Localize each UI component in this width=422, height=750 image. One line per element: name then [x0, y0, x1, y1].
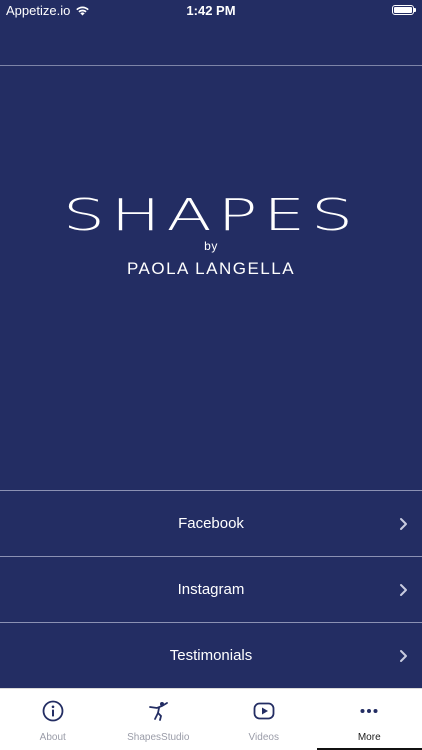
play-icon [253, 702, 275, 720]
tab-label: ShapesStudio [127, 732, 190, 743]
tab-videos[interactable]: Videos [211, 689, 317, 750]
status-time: 1:42 PM [186, 3, 236, 18]
info-icon [42, 700, 64, 722]
battery-icon [392, 5, 416, 15]
tab-label: Videos [248, 732, 279, 743]
more-icon [360, 709, 378, 713]
figure-icon [149, 702, 169, 721]
menu-item-label: Testimonials [169, 647, 253, 664]
menu-item-instagram[interactable]: Instagram [0, 556, 422, 622]
brand-logo: SHAPES by PAOLA LANGELLA [0, 195, 422, 279]
chevron-right-icon [400, 583, 407, 596]
tab-more[interactable]: More [316, 689, 422, 750]
chevron-right-icon [400, 517, 407, 530]
tab-shapesstudio[interactable]: ShapesStudio [106, 689, 212, 750]
logo-subtitle: PAOLA LANGELLA [126, 259, 296, 278]
link-menu: Facebook Instagram Testimonials [0, 490, 422, 688]
logo-by: by [204, 239, 218, 253]
tab-label: More [357, 732, 381, 743]
logo-title-text: SHAPES [63, 195, 359, 233]
tab-about[interactable]: About [0, 689, 106, 750]
menu-item-label: Instagram [177, 581, 245, 598]
status-bar: Appetize.io 1:42 PM [0, 0, 422, 22]
header-divider [0, 65, 422, 66]
chevron-right-icon [400, 649, 407, 662]
tab-label: About [39, 732, 66, 743]
menu-item-facebook[interactable]: Facebook [0, 490, 422, 556]
logo-title: SHAPES [63, 195, 359, 233]
menu-item-label: Facebook [178, 515, 244, 532]
tab-bar: About ShapesStudio Videos More [0, 688, 422, 750]
menu-item-testimonials[interactable]: Testimonials [0, 622, 422, 688]
